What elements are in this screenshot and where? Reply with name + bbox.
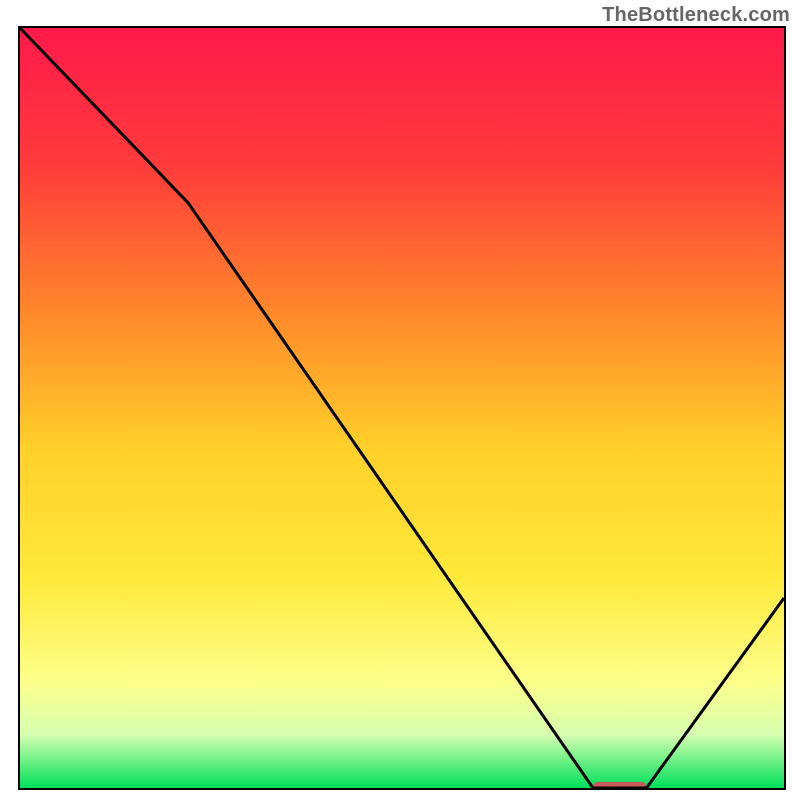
watermark-text: TheBottleneck.com: [602, 4, 790, 27]
plot-frame: [18, 26, 786, 790]
bottleneck-plot: [20, 28, 784, 788]
heat-background: [20, 28, 784, 788]
chart-stage: TheBottleneck.com: [0, 0, 800, 800]
